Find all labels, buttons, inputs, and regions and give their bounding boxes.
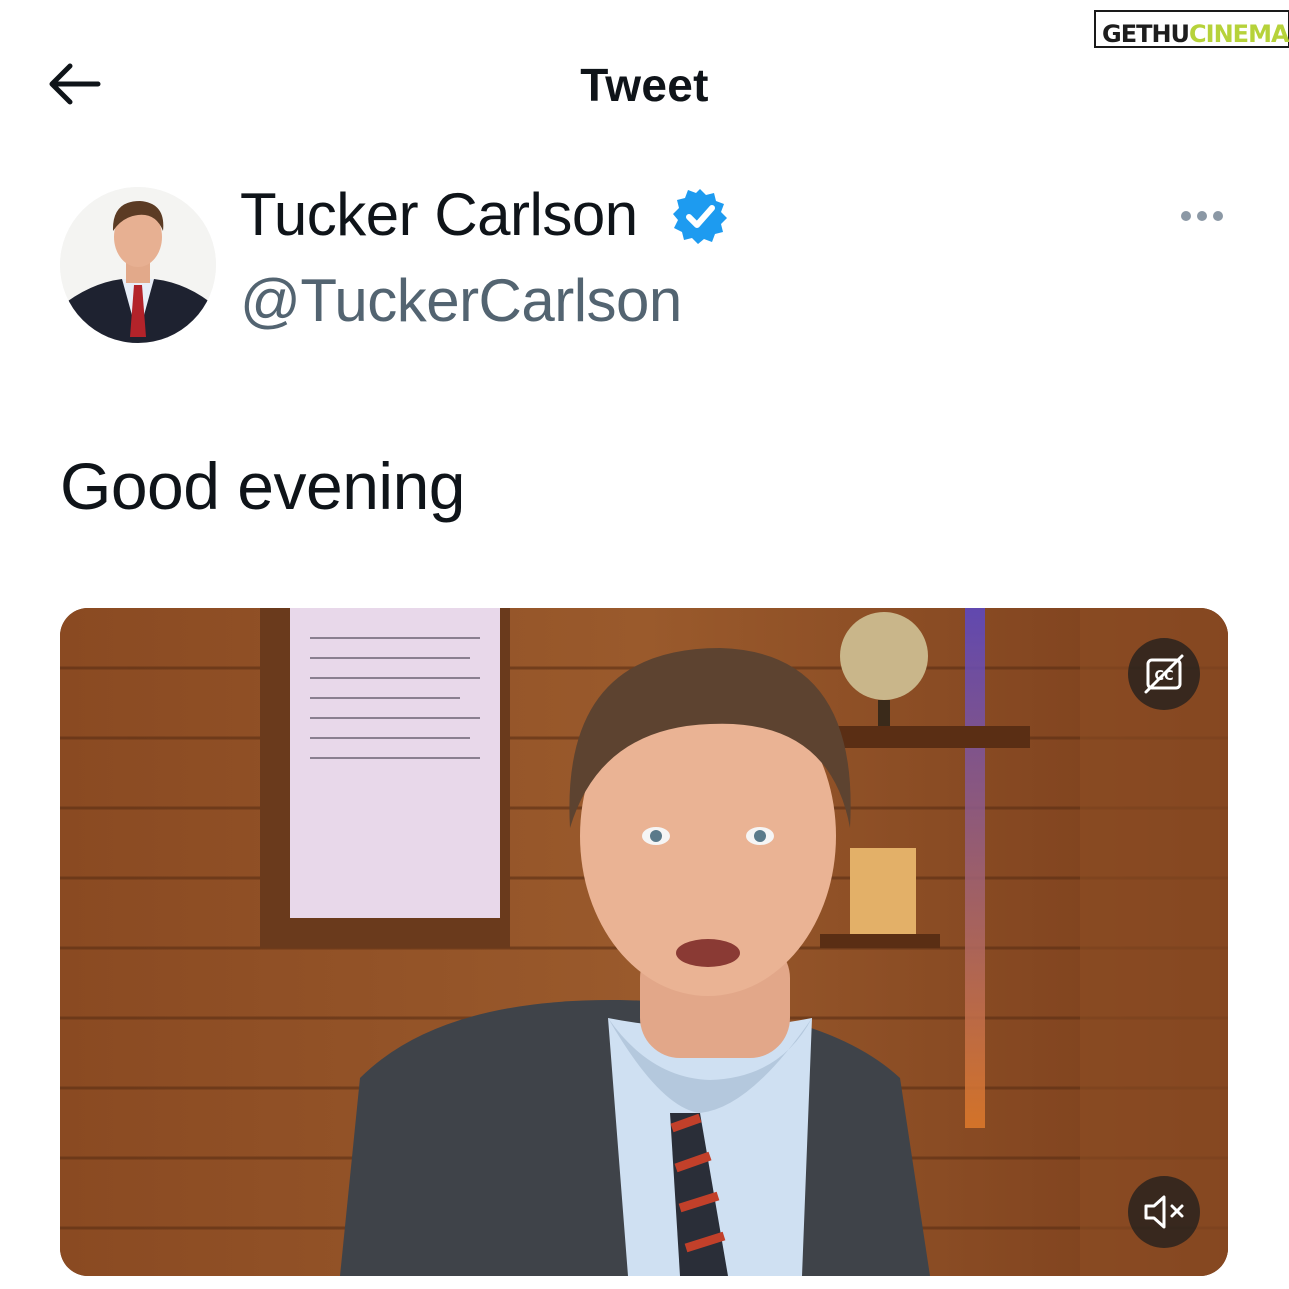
more-options-button[interactable] (1176, 200, 1228, 232)
more-horizontal-icon (1181, 211, 1223, 221)
avatar-photo (60, 187, 216, 343)
captions-button[interactable]: CC (1128, 638, 1200, 710)
author-avatar[interactable] (60, 187, 216, 343)
video-frame (60, 608, 1228, 1276)
speaker-muted-icon (1144, 1195, 1184, 1229)
author-display-name[interactable]: Tucker Carlson (240, 180, 638, 249)
closed-captions-off-icon: CC (1144, 654, 1184, 694)
page-title: Tweet (580, 59, 709, 111)
tweet-text: Good evening (60, 449, 466, 523)
mute-button[interactable] (1128, 1176, 1200, 1248)
watermark-logo: GETHUCINEMA (1094, 4, 1289, 50)
author-handle[interactable]: @TuckerCarlson (240, 266, 682, 335)
tweet-video[interactable]: CC (60, 608, 1228, 1276)
watermark-box: GETHUCINEMA (1094, 10, 1289, 48)
verified-badge-icon (670, 186, 730, 246)
watermark-text: GETHUCINEMA (1102, 20, 1289, 48)
